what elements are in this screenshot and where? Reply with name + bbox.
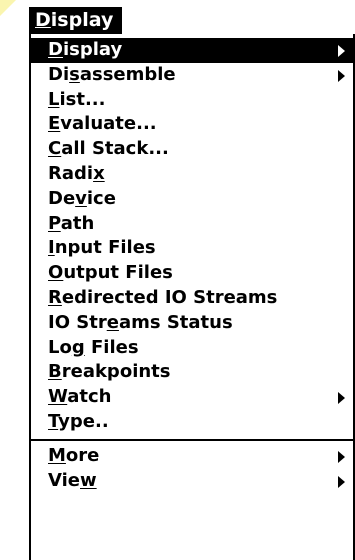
mnemonic-letter: w (80, 469, 97, 491)
mnemonic-letter: I (48, 237, 55, 259)
menu-item-evaluate[interactable]: Evaluate... (31, 112, 353, 137)
menu-item-call-stack[interactable]: Call Stack... (31, 137, 353, 162)
mnemonic-letter: g (71, 336, 85, 358)
mnemonic-letter: B (48, 361, 62, 383)
menu-item-io-streams-status[interactable]: IO Streams Status (31, 311, 353, 336)
menu-item-label: Path (48, 212, 95, 234)
mnemonic-letter: D (35, 9, 51, 31)
menu-item-label: Disassemble (48, 63, 176, 85)
menu-item-label: IO Streams Status (48, 311, 233, 333)
display-dropdown-menu: Display Disassemble List... Evaluate... Call… (29, 34, 355, 560)
screen: Display Display Disassemble List... Evaluat… (0, 0, 355, 560)
menu-item-label: Display (48, 39, 123, 60)
menu-item-label: List... (48, 88, 106, 110)
mnemonic-letter: e (106, 311, 119, 333)
menu-item-input-files[interactable]: Input Files (31, 236, 353, 261)
menu-separator (31, 438, 353, 441)
menu-item-label: Device (48, 187, 116, 209)
menu-item-radix[interactable]: Radix (31, 162, 353, 187)
menu-item-label: Output Files (48, 262, 173, 284)
menu-item-path[interactable]: Path (31, 212, 353, 237)
menu-item-list[interactable]: List... (31, 88, 353, 113)
mnemonic-letter: D (48, 39, 63, 60)
menu-item-label: Type.. (48, 410, 109, 432)
menu-item-redirected-io-streams[interactable]: Redirected IO Streams (31, 286, 353, 311)
menu-item-view[interactable]: View (31, 469, 353, 494)
menubar-item-display[interactable]: Display (29, 7, 123, 34)
menu-item-label: Log Files (48, 336, 139, 358)
menu-item-type[interactable]: Type.. (31, 410, 353, 435)
mnemonic-letter: s (69, 63, 80, 85)
mnemonic-letter: v (75, 187, 87, 209)
mnemonic-letter: T (48, 410, 59, 432)
corner-marker (0, 0, 16, 16)
submenu-arrow-icon (338, 392, 345, 405)
menu-item-label: Breakpoints (48, 361, 171, 383)
menu-item-display[interactable]: Display (29, 38, 355, 63)
mnemonic-letter: O (48, 262, 64, 284)
menu-item-label: Watch (48, 386, 112, 408)
mnemonic-letter: R (48, 286, 62, 308)
mnemonic-letter: E (48, 113, 61, 135)
mnemonic-letter: M (48, 444, 66, 466)
submenu-arrow-icon (338, 69, 345, 82)
menubar-item-label: Display (35, 9, 114, 31)
mnemonic-letter: x (93, 162, 105, 184)
mnemonic-letter: P (48, 212, 61, 234)
submenu-arrow-icon (338, 450, 345, 463)
menu-item-watch[interactable]: Watch (31, 385, 353, 410)
mnemonic-letter: L (48, 88, 60, 110)
mnemonic-letter: W (48, 386, 68, 408)
menu-item-disassemble[interactable]: Disassemble (31, 63, 353, 88)
menu-item-device[interactable]: Device (31, 187, 353, 212)
menu-item-label: Redirected IO Streams (48, 286, 278, 308)
menu-item-more[interactable]: More (31, 444, 353, 469)
menu-item-log-files[interactable]: Log Files (31, 336, 353, 361)
menu-item-label: View (48, 469, 97, 491)
submenu-arrow-icon (338, 45, 345, 57)
submenu-arrow-icon (338, 475, 345, 488)
menu-item-label: Input Files (48, 237, 156, 259)
menu-list: Display Disassemble List... Evaluate... Call… (29, 34, 355, 494)
menu-item-label: More (48, 444, 100, 466)
menu-item-label: Call Stack... (48, 138, 169, 160)
menu-item-label: Evaluate... (48, 113, 157, 135)
menu-item-output-files[interactable]: Output Files (31, 261, 353, 286)
menu-item-label: Radix (48, 162, 105, 184)
mnemonic-letter: C (48, 138, 62, 160)
menu-item-breakpoints[interactable]: Breakpoints (31, 360, 353, 385)
